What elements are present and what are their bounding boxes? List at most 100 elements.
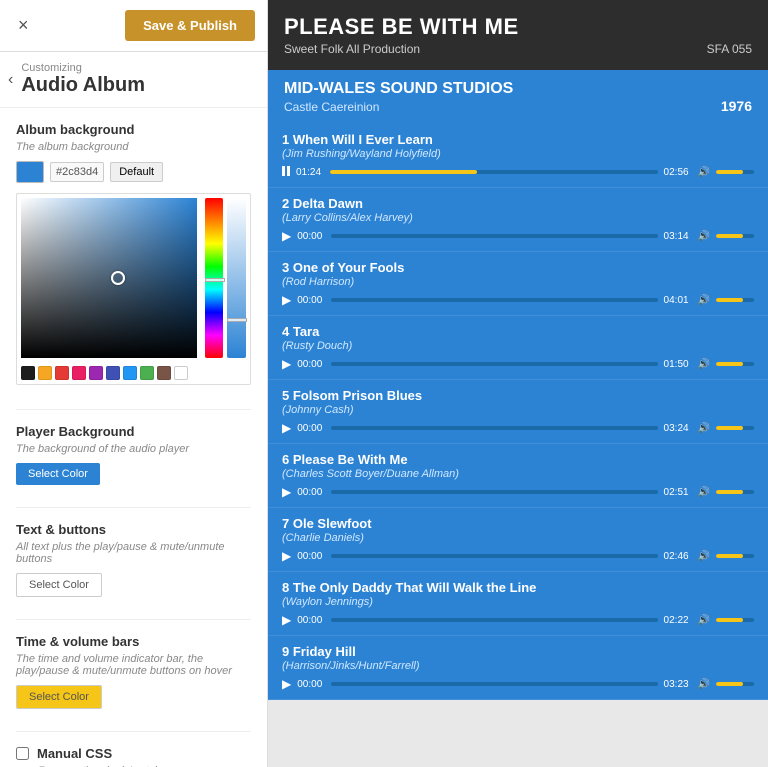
progress-bar[interactable] [331,298,657,302]
text-buttons-select-color[interactable]: Select Color [16,573,102,597]
album-background-section: Album background The album background #2… [16,122,251,410]
player-row: ▶00:0004:01🔊 [282,293,754,307]
progress-bar[interactable] [331,426,657,430]
volume-icon[interactable]: 🔊 [698,423,710,434]
current-color-swatch[interactable] [16,161,44,183]
progress-bar[interactable] [331,234,657,238]
breadcrumb: ‹ Customizing Audio Album [0,52,267,108]
time-start: 00:00 [297,551,325,562]
player-row: ▶00:0003:14🔊 [282,229,754,243]
time-volume-desc: The time and volume indicator bar, the p… [16,653,251,677]
track-name: 4 Tara [282,324,754,339]
volume-icon[interactable]: 🔊 [698,167,710,178]
color-cursor [111,271,125,285]
player-row: ▶00:0002:22🔊 [282,613,754,627]
track-name: 2 Delta Dawn [282,196,754,211]
track-author: (Jim Rushing/Wayland Holyfield) [282,148,754,160]
swatch-red[interactable] [55,366,69,380]
text-buttons-title: Text & buttons [16,522,251,537]
time-end: 03:14 [664,231,692,242]
swatch-white[interactable] [174,366,188,380]
volume-bar[interactable] [716,682,754,686]
album-container: PLEASE BE WITH ME Sweet Folk All Product… [268,0,768,700]
swatch-orange[interactable] [38,366,52,380]
pause-button[interactable] [282,165,290,179]
time-volume-select-color[interactable]: Select Color [16,685,102,709]
default-button[interactable]: Default [110,162,163,182]
progress-bar[interactable] [331,554,657,558]
track-author: (Rod Harrison) [282,276,754,288]
hue-slider[interactable] [205,198,224,358]
swatch-indigo[interactable] [106,366,120,380]
save-publish-button[interactable]: Save & Publish [125,10,255,41]
play-button[interactable]: ▶ [282,357,291,371]
volume-bar[interactable] [716,426,754,430]
time-start: 00:00 [297,359,325,370]
color-picker[interactable] [16,193,251,385]
time-start: 01:24 [296,167,324,178]
volume-icon[interactable]: 🔊 [698,679,710,690]
album-bg-title: Album background [16,122,251,137]
track-name: 3 One of Your Fools [282,260,754,275]
play-button[interactable]: ▶ [282,485,291,499]
swatch-purple[interactable] [89,366,103,380]
progress-bar[interactable] [331,682,657,686]
play-button[interactable]: ▶ [282,421,291,435]
progress-bar[interactable] [331,362,657,366]
album-subtitle: Sweet Folk All Production [284,42,420,56]
track-item: 3 One of Your Fools(Rod Harrison) ▶00:000… [268,252,768,316]
volume-icon[interactable]: 🔊 [698,295,710,306]
swatch-black[interactable] [21,366,35,380]
panel-title: Audio Album [21,74,145,96]
back-button[interactable]: ‹ [8,71,13,89]
track-name: 9 Friday Hill [282,644,754,659]
time-volume-title: Time & volume bars [16,634,251,649]
player-row: ▶00:0003:23🔊 [282,677,754,691]
play-button[interactable]: ▶ [282,293,291,307]
player-bg-select-color[interactable]: Select Color [16,463,100,485]
progress-bar[interactable] [331,490,657,494]
manual-css-checkbox[interactable] [16,747,29,760]
player-bg-title: Player Background [16,424,251,439]
customizing-label: Customizing [21,62,145,74]
time-end: 02:46 [664,551,692,562]
player-row: ▶00:0002:51🔊 [282,485,754,499]
volume-icon[interactable]: 🔊 [698,359,710,370]
opacity-slider[interactable] [227,198,246,358]
swatch-pink[interactable] [72,366,86,380]
volume-bar[interactable] [716,554,754,558]
time-start: 00:00 [297,423,325,434]
studio-name: MID-WALES SOUND STUDIOS [284,80,513,98]
swatches-row [21,366,246,380]
player-bg-desc: The background of the audio player [16,443,251,455]
progress-bar[interactable] [330,170,658,174]
time-end: 01:50 [664,359,692,370]
close-button[interactable]: × [12,13,35,38]
time-end: 02:22 [664,615,692,626]
volume-bar[interactable] [716,234,754,238]
volume-icon[interactable]: 🔊 [698,551,710,562]
volume-bar[interactable] [716,170,754,174]
track-author: (Waylon Jennings) [282,596,754,608]
volume-bar[interactable] [716,490,754,494]
volume-icon[interactable]: 🔊 [698,487,710,498]
player-row: ▶ 00:00 02:46 🔊 [282,549,754,563]
swatch-blue[interactable] [123,366,137,380]
volume-bar[interactable] [716,298,754,302]
track-name: 6 Please Be With Me [282,452,754,467]
volume-bar[interactable] [716,362,754,366]
swatch-green[interactable] [140,366,154,380]
volume-bar[interactable] [716,618,754,622]
swatch-brown[interactable] [157,366,171,380]
volume-icon[interactable]: 🔊 [698,615,710,626]
play-button[interactable]: ▶ [282,677,291,691]
track-name: 8 The Only Daddy That Will Walk the Line [282,580,754,595]
track-name: 7 Ole Slewfoot [282,516,754,531]
play-button[interactable]: ▶ [282,613,291,627]
volume-icon[interactable]: 🔊 [698,231,710,242]
play-button[interactable]: ▶ [282,549,291,563]
color-gradient[interactable] [21,198,197,358]
track-list: 1 When Will I Ever Learn(Jim Rushing/Way… [268,124,768,700]
progress-bar[interactable] [331,618,657,622]
play-button[interactable]: ▶ [282,229,291,243]
